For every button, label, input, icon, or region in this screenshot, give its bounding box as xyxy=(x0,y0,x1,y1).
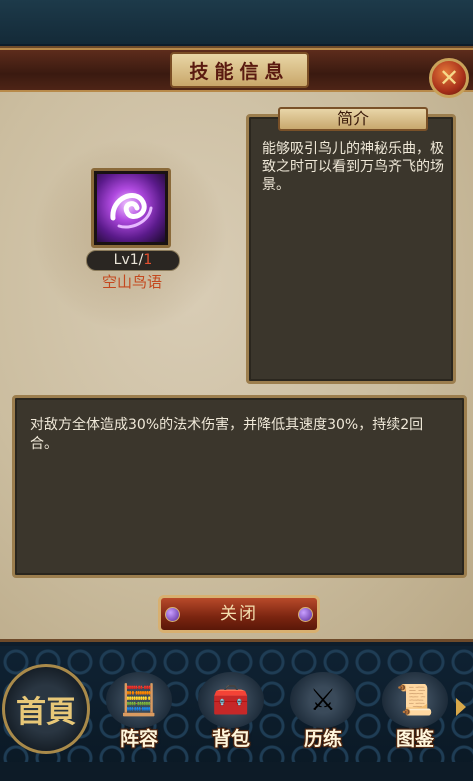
nav-item-bag[interactable]: 🧰 背包 xyxy=(190,670,272,760)
nav-label-atlas: 图鉴 xyxy=(395,728,434,750)
nav-label-lineup: 阵容 xyxy=(119,728,158,750)
nav-next-arrow-icon[interactable] xyxy=(456,698,466,716)
close-x-icon: ✕ xyxy=(438,64,460,92)
top-wave-band xyxy=(0,0,473,44)
nav-label-bag: 背包 xyxy=(211,728,250,750)
gem-icon xyxy=(165,607,180,622)
close-button-label: 关闭 xyxy=(220,604,258,624)
crossed-swords-icon: ⚔ xyxy=(290,672,356,728)
skill-description: 对敌方全体造成30%的法术伤害，并降低其速度30%，持续2回合。 xyxy=(30,417,424,452)
skill-icon-frame[interactable] xyxy=(91,168,171,248)
nav-item-lineup[interactable]: 🧮 阵容 xyxy=(98,670,180,760)
nav-item-training[interactable]: ⚔ 历练 xyxy=(282,670,364,760)
skill-level-max: 1 xyxy=(143,252,153,268)
nav-item-atlas[interactable]: 📜 图鉴 xyxy=(374,670,456,760)
intro-text: 能够吸引鸟儿的神秘乐曲，极致之时可以看到万鸟齐飞的场景。 xyxy=(262,141,444,193)
bottom-strip xyxy=(0,762,473,781)
abacus-icon: 🧮 xyxy=(106,672,172,728)
gem-icon xyxy=(298,607,313,622)
home-label: 首頁 xyxy=(16,695,76,730)
skill-name: 空山鸟语 xyxy=(101,273,162,291)
home-button[interactable]: 首頁 xyxy=(2,664,90,754)
skill-level-current: Lv1/ xyxy=(113,252,144,268)
close-button[interactable]: 关闭 xyxy=(158,595,320,633)
intro-title: 简介 xyxy=(278,107,428,131)
nav-label-training: 历练 xyxy=(303,728,342,750)
dialog-title: 技能信息 xyxy=(170,52,309,88)
purple-swirl-skill-icon xyxy=(97,174,165,242)
skill-level: Lv1/1 xyxy=(86,250,180,271)
chest-icon: 🧰 xyxy=(198,672,264,728)
scroll-icon: 📜 xyxy=(382,672,448,728)
close-x-button[interactable]: ✕ xyxy=(429,58,469,98)
